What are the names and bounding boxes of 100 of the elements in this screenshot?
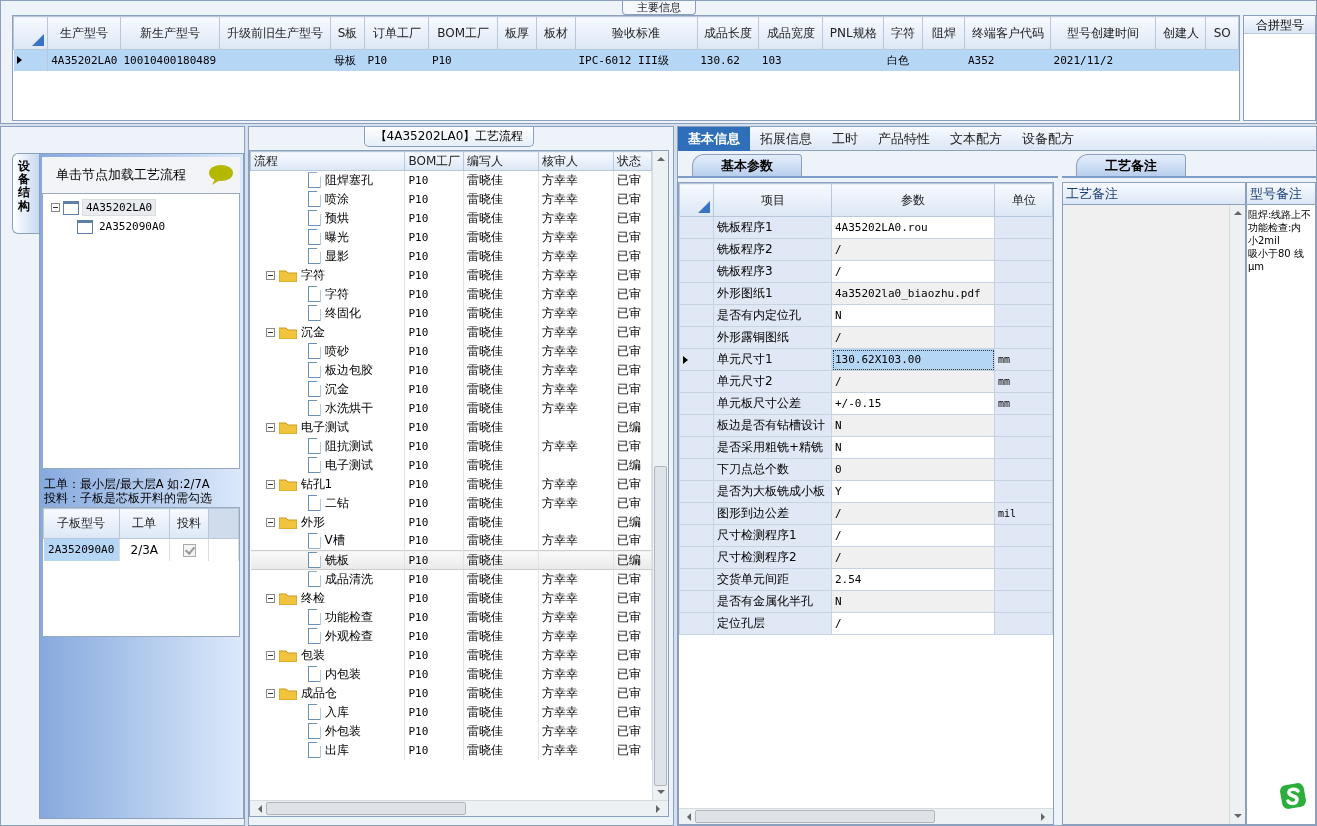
collapse-icon[interactable] (265, 327, 275, 337)
tree-node[interactable]: 阻抗测试 (324, 437, 373, 455)
column-header[interactable]: 参数 (831, 183, 995, 217)
table-cell[interactable]: 4a35202la0_biaozhu.pdf (831, 282, 995, 305)
tree-node[interactable]: 阻焊塞孔 (324, 171, 373, 189)
tree-node[interactable]: 出库 (324, 741, 349, 759)
tree-node[interactable]: 4A35202LA0 (82, 199, 157, 216)
tab[interactable]: 产品特性 (868, 127, 940, 151)
tree-node[interactable]: 外观检查 (324, 627, 373, 645)
tree-node[interactable]: 预烘 (324, 209, 349, 227)
column-header[interactable]: 型号创建时间 (1050, 16, 1156, 50)
column-header[interactable]: 工艺备注 (1063, 183, 1245, 205)
tree-node[interactable]: 外包装 (324, 722, 361, 740)
collapse-icon[interactable] (51, 203, 60, 212)
table-cell[interactable]: 2.54 (831, 568, 995, 591)
horizontal-scrollbar[interactable] (250, 800, 668, 816)
tree-node[interactable]: V槽 (324, 532, 345, 550)
table-cell[interactable]: Y (831, 480, 995, 503)
column-header[interactable]: 新生产型号 (120, 16, 220, 50)
table-cell[interactable]: / (831, 326, 995, 349)
tree-node[interactable]: 内包装 (324, 665, 361, 683)
tree-node[interactable]: 终检 (300, 589, 325, 607)
tree-node[interactable]: 铣板 (324, 551, 349, 569)
column-header[interactable]: 生产型号 (47, 16, 121, 50)
collapse-icon[interactable] (265, 650, 275, 660)
column-header[interactable]: 字符 (883, 16, 923, 50)
table-cell[interactable]: / (831, 502, 995, 525)
column-header[interactable]: S板 (330, 16, 365, 50)
tree-node[interactable]: 电子测试 (300, 418, 349, 436)
tree-node[interactable]: 字符 (300, 266, 325, 284)
tree-node[interactable]: 功能检查 (324, 608, 373, 626)
table-cell[interactable]: / (831, 612, 995, 635)
column-header[interactable]: BOM工厂 (428, 16, 498, 50)
column-header[interactable]: 合拼型号 (1244, 16, 1315, 34)
column-header[interactable]: 工单 (119, 508, 170, 539)
column-header[interactable]: 项目 (713, 183, 832, 217)
vertical-scrollbar[interactable] (652, 151, 668, 800)
table-cell[interactable]: 4A35202LA0.rou (831, 216, 995, 239)
tree-node[interactable]: 喷涂 (324, 190, 349, 208)
column-header[interactable]: 核审人 (538, 151, 614, 171)
collapse-icon[interactable] (265, 517, 275, 527)
column-header[interactable]: 型号备注 (1247, 183, 1315, 205)
column-header[interactable]: 成品长度 (697, 16, 759, 50)
vertical-scrollbar[interactable] (1229, 205, 1245, 824)
table-cell[interactable]: / (831, 370, 995, 393)
table-cell[interactable]: / (831, 238, 995, 261)
tree-node[interactable]: 包装 (300, 646, 325, 664)
table-cell[interactable]: N (831, 414, 995, 437)
tab[interactable]: 拓展信息 (750, 127, 822, 151)
column-header[interactable]: 板厚 (497, 16, 537, 50)
tree-node[interactable]: 成品仓 (300, 684, 337, 702)
tree-node[interactable]: 沉金 (300, 323, 325, 341)
table-cell[interactable]: / (831, 524, 995, 547)
sub-tab[interactable]: 工艺备注 (1076, 154, 1186, 176)
tab[interactable]: 设备配方 (1012, 127, 1084, 151)
tree-node[interactable]: 板边包胶 (324, 361, 373, 379)
tree-node[interactable]: 字符 (324, 285, 349, 303)
column-header[interactable]: BOM工厂 (404, 151, 464, 171)
tab[interactable]: 文本配方 (940, 127, 1012, 151)
collapse-icon[interactable] (265, 688, 275, 698)
tab[interactable]: 工时 (822, 127, 868, 151)
column-header[interactable]: 订单工厂 (364, 16, 429, 50)
table-cell[interactable]: / (831, 260, 995, 283)
side-tab[interactable]: 设备结构 (12, 153, 39, 234)
column-header[interactable]: 成品宽度 (758, 16, 823, 50)
column-header[interactable]: 编写人 (463, 151, 539, 171)
column-header[interactable]: 阻焊 (922, 16, 965, 50)
tree-node[interactable]: 入库 (324, 703, 349, 721)
tree-node[interactable]: 成品清洗 (324, 570, 373, 588)
tree-node[interactable]: 2A352090A0 (96, 219, 169, 234)
column-header[interactable]: 验收标准 (575, 16, 698, 50)
table-cell[interactable]: N (831, 304, 995, 327)
tree-node[interactable]: 二钻 (324, 494, 349, 512)
table-cell[interactable]: 0 (831, 458, 995, 481)
tree-node[interactable]: 水洗烘干 (324, 399, 373, 417)
tree-node[interactable]: 显影 (324, 247, 349, 265)
column-header[interactable]: 流程 (250, 151, 405, 171)
table-row[interactable]: 4A35202LA0 10010400180489 母板 P10 P10 IPC-6012 III级 130.62 103 白色 A352 2021/11/2 (13, 49, 1239, 71)
tree-node[interactable]: 喷砂 (324, 342, 349, 360)
tree-node[interactable]: 终固化 (324, 304, 361, 322)
column-header[interactable]: 投料 (169, 508, 209, 539)
tree-node[interactable]: 电子测试 (324, 456, 373, 474)
table-cell[interactable]: / (831, 546, 995, 569)
column-header[interactable]: 终端客户代码 (964, 16, 1051, 50)
table-cell[interactable]: 130.62X103.00 (831, 348, 995, 371)
column-header[interactable]: 升级前旧生产型号 (219, 16, 331, 50)
column-header[interactable]: 子板型号 (43, 508, 120, 539)
column-header[interactable]: 单位 (994, 183, 1053, 217)
collapse-icon[interactable] (265, 270, 275, 280)
table-cell[interactable]: N (831, 436, 995, 459)
tree-node[interactable]: 钻孔1 (300, 475, 333, 493)
column-header[interactable]: SO (1205, 16, 1239, 50)
sub-tab[interactable]: 基本参数 (692, 154, 802, 176)
column-header[interactable]: 板材 (536, 16, 576, 50)
collapse-icon[interactable] (265, 593, 275, 603)
tree-node[interactable]: 沉金 (324, 380, 349, 398)
table-cell[interactable]: +/-0.15 (831, 392, 995, 415)
tree-node[interactable]: 外形 (300, 513, 325, 531)
tab[interactable]: 基本信息 (678, 127, 750, 151)
horizontal-scrollbar[interactable] (679, 808, 1053, 824)
